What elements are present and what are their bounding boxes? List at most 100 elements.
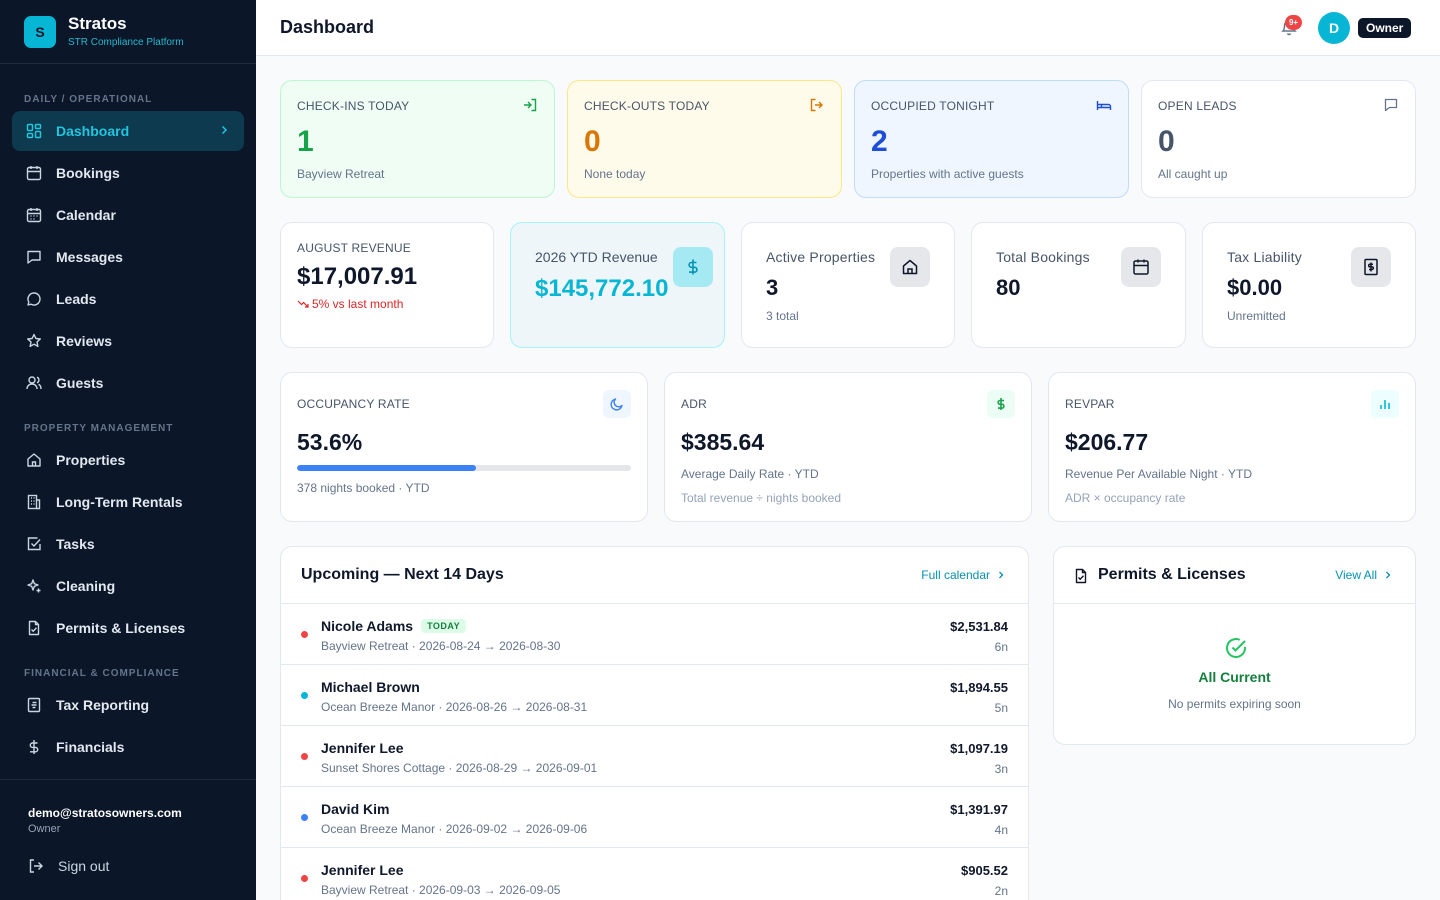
metric-value: $385.64 — [681, 429, 765, 455]
sidebar-item-cleaning[interactable]: Cleaning — [12, 566, 244, 606]
booking-detail: Sunset Shores Cottage · 2026-08-29 → 202… — [321, 761, 598, 775]
sidebar-item-label: Dashboard — [56, 123, 130, 139]
booking-nights: 2n — [994, 884, 1008, 898]
log-in-icon — [522, 97, 538, 113]
property-dot — [301, 753, 308, 760]
message-square-icon — [26, 249, 42, 265]
sidebar-item-guests[interactable]: Guests — [12, 363, 244, 403]
booking-amount: $2,531.84 — [950, 619, 1008, 634]
stat-card-properties[interactable]: Active Properties 3 3 total — [741, 222, 955, 348]
booking-row[interactable]: Michael Brown Ocean Breeze Manor · 2026-… — [281, 665, 1028, 726]
view-all-link[interactable]: View All — [1335, 568, 1393, 582]
chevron-right-icon — [218, 123, 230, 139]
booking-row[interactable]: David Kim Ocean Breeze Manor · 2026-09-0… — [281, 787, 1028, 848]
sidebar-item-properties[interactable]: Properties — [12, 440, 244, 480]
stat-card-tax[interactable]: Tax Liability $0.00 Unremitted — [1202, 222, 1416, 348]
stat-label: Tax Liability — [1227, 249, 1302, 265]
kpi-label: OCCUPIED TONIGHT — [871, 99, 995, 113]
metric-card-adr[interactable]: ADR $385.64 Average Daily Rate · YTD Tot… — [664, 372, 1032, 522]
sidebar-item-reviews[interactable]: Reviews — [12, 321, 244, 361]
dollar-icon — [673, 247, 713, 287]
home-icon — [26, 452, 42, 468]
guest-name: Jennifer Lee — [321, 862, 404, 878]
brand[interactable]: S Stratos STR Compliance Platform — [0, 0, 256, 64]
sidebar-item-tax-reporting[interactable]: Tax Reporting — [12, 685, 244, 725]
booking-row[interactable]: Jennifer Lee Sunset Shores Cottage · 202… — [281, 726, 1028, 787]
stat-value: $0.00 — [1227, 275, 1283, 300]
dollar-icon — [987, 390, 1015, 418]
kpi-label: OPEN LEADS — [1158, 99, 1237, 113]
stat-sub: 3 total — [766, 309, 799, 323]
permits-header: Permits & Licenses View All — [1054, 547, 1415, 604]
star-icon — [26, 333, 42, 349]
file-check-icon — [1074, 568, 1088, 584]
booking-amount: $1,097.19 — [950, 741, 1008, 756]
sidebar-item-calendar[interactable]: Calendar — [12, 195, 244, 235]
sign-out-button[interactable]: Sign out — [28, 858, 109, 874]
sidebar: S Stratos STR Compliance Platform DAILY … — [0, 0, 256, 900]
booking-amount: $905.52 — [961, 863, 1008, 878]
page-title: Dashboard — [280, 17, 375, 37]
trending-down-icon — [297, 299, 309, 309]
booking-row[interactable]: Jennifer Lee Bayview Retreat · 2026-09-0… — [281, 848, 1028, 900]
permits-title: Permits & Licenses — [1098, 566, 1246, 583]
metric-formula: Total revenue ÷ nights booked — [681, 491, 842, 505]
kpi-card-leads[interactable]: OPEN LEADS 0 All caught up — [1141, 80, 1416, 198]
brand-subtitle: STR Compliance Platform — [68, 36, 184, 48]
booking-detail: Ocean Breeze Manor · 2026-08-26 → 2026-0… — [321, 700, 588, 714]
guest-name: Nicole Adams — [321, 618, 414, 634]
occupancy-progress-fill — [297, 465, 477, 471]
property-dot — [301, 692, 308, 699]
notification-badge: 9+ — [1285, 15, 1302, 30]
kpi-sub: Bayview Retreat — [297, 167, 385, 181]
metric-card-revpar[interactable]: REVPAR $206.77 Revenue Per Available Nig… — [1048, 372, 1416, 522]
booking-amount: $1,894.55 — [950, 680, 1008, 695]
sidebar-item-label: Financials — [56, 739, 125, 755]
message-circle-icon — [26, 291, 42, 307]
sidebar-item-label: Cleaning — [56, 578, 116, 594]
receipt-icon — [26, 697, 42, 713]
sidebar-item-bookings[interactable]: Bookings — [12, 153, 244, 193]
top-header: Dashboard 9+ D Owner — [256, 0, 1440, 56]
permits-panel: Permits & Licenses View All All Current … — [1053, 546, 1416, 745]
booking-nights: 4n — [994, 823, 1008, 837]
sidebar-item-permits[interactable]: Permits & Licenses — [12, 608, 244, 648]
stat-label: 2026 YTD Revenue — [535, 249, 658, 265]
kpi-card-checkins[interactable]: CHECK-INS TODAY 1 Bayview Retreat — [280, 80, 555, 198]
full-calendar-label: Full calendar — [921, 568, 990, 582]
upcoming-panel: Upcoming — Next 14 Days Full calendar Ni… — [280, 546, 1029, 900]
sidebar-item-label: Bookings — [56, 165, 120, 181]
check-circle-icon — [1224, 636, 1248, 660]
brand-logo: S — [24, 15, 56, 48]
calendar-days-icon — [26, 207, 42, 223]
stat-value: 3 — [766, 275, 779, 300]
file-check-icon — [26, 620, 42, 636]
sidebar-item-financials[interactable]: Financials — [12, 727, 244, 767]
kpi-sub: All caught up — [1158, 167, 1228, 181]
full-calendar-link[interactable]: Full calendar — [921, 568, 1006, 582]
permits-status: All Current — [1198, 669, 1271, 685]
stat-card-bookings[interactable]: Total Bookings 80 — [971, 222, 1186, 348]
booking-row[interactable]: Nicole Adams TODAY Bayview Retreat · 202… — [281, 604, 1028, 665]
kpi-label: CHECK-INS TODAY — [297, 99, 410, 113]
sidebar-item-dashboard[interactable]: Dashboard — [12, 111, 244, 151]
sidebar-item-long-term-rentals[interactable]: Long-Term Rentals — [12, 482, 244, 522]
checkbox-icon — [26, 536, 42, 552]
sidebar-item-tasks[interactable]: Tasks — [12, 524, 244, 564]
sidebar-item-label: Long-Term Rentals — [56, 494, 183, 510]
sidebar-item-leads[interactable]: Leads — [12, 279, 244, 319]
sidebar-item-label: Properties — [56, 452, 126, 468]
sidebar-item-messages[interactable]: Messages — [12, 237, 244, 277]
metric-card-occupancy[interactable]: OCCUPANCY RATE 53.6% 378 nights booked ·… — [280, 372, 648, 522]
stat-card-revenue[interactable]: AUGUST REVENUE $17,007.91 5% vs last mon… — [280, 222, 494, 348]
sidebar-footer: demo@stratosowners.com Owner Sign out — [0, 779, 256, 900]
chevron-right-icon — [996, 570, 1006, 580]
avatar[interactable]: D — [1318, 12, 1350, 44]
stat-card-ytd[interactable]: 2026 YTD Revenue $145,772.10 — [510, 222, 725, 348]
kpi-value: 0 — [584, 125, 601, 158]
kpi-card-checkouts[interactable]: CHECK-OUTS TODAY 0 None today — [567, 80, 842, 198]
booking-amount: $1,391.97 — [950, 802, 1008, 817]
kpi-card-occupied[interactable]: OCCUPIED TONIGHT 2 Properties with activ… — [854, 80, 1129, 198]
sidebar-item-label: Calendar — [56, 207, 116, 223]
sidebar-item-label: Leads — [56, 291, 97, 307]
